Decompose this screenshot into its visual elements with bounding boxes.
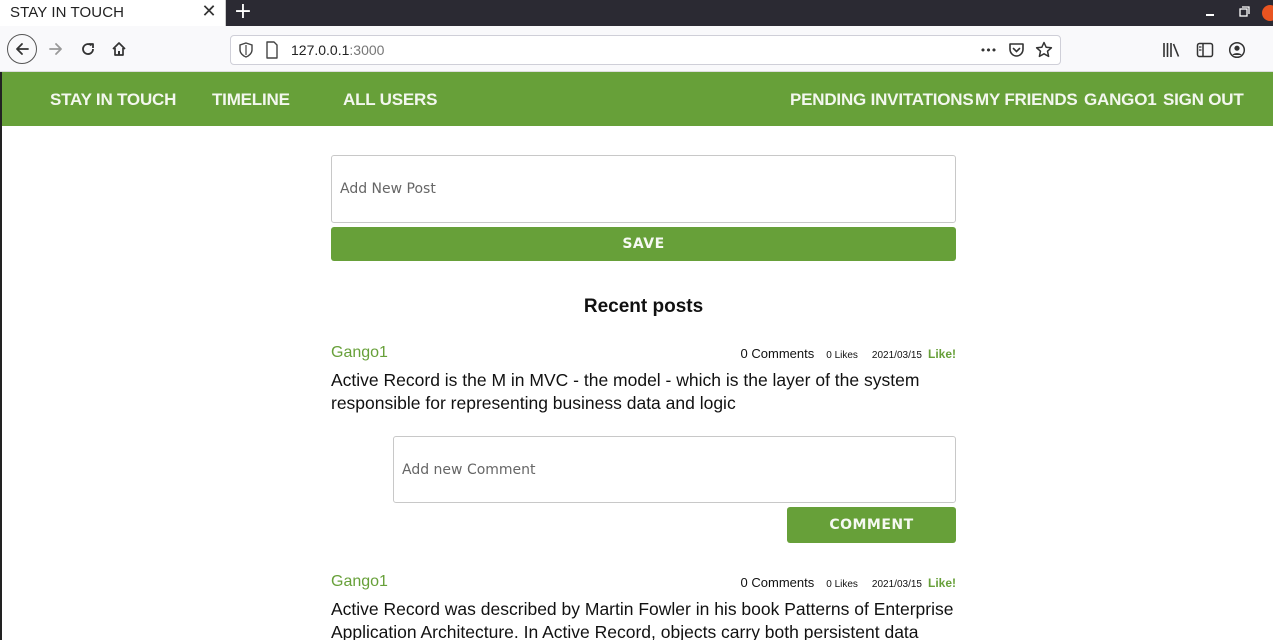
page-icon[interactable] (265, 41, 279, 59)
nav-my-friends-link[interactable]: MY FRIENDS (975, 90, 1078, 110)
back-arrow-icon[interactable] (7, 34, 37, 64)
comment-button[interactable]: COMMENT (787, 507, 956, 543)
new-comment-input[interactable]: Add new Comment (393, 436, 956, 503)
post-date: 2021/03/15 (871, 579, 922, 590)
post-body-line: Active Record is the M in MVC - the mode… (331, 370, 920, 390)
browser-tab[interactable]: STAY IN TOUCH ✕ (0, 0, 226, 26)
nav-sign-out-link[interactable]: SIGN OUT (1163, 90, 1244, 110)
post-body-line: Application Architecture. In Active Reco… (331, 622, 919, 640)
url-text[interactable]: 127.0.0.1:3000 (291, 42, 384, 58)
post-comments-count: 0 Comments (740, 346, 815, 361)
url-host: 127.0.0.1 (291, 42, 350, 58)
tab-title: STAY IN TOUCH (10, 4, 125, 21)
browser-tabstrip: STAY IN TOUCH ✕ + (0, 0, 1273, 26)
tab-close-icon[interactable]: ✕ (200, 2, 218, 22)
nav-all-users-link[interactable]: ALL USERS (343, 90, 437, 110)
nav-pending-invitations-link[interactable]: PENDING INVITATIONS (790, 90, 974, 110)
nav-current-user-link[interactable]: GANGO1 (1084, 90, 1157, 110)
window-restore-icon[interactable] (1235, 3, 1253, 21)
save-button-label: SAVE (622, 236, 665, 252)
post-author-link[interactable]: Gango1 (331, 573, 388, 591)
shield-icon[interactable] (239, 42, 253, 58)
nav-brand-link[interactable]: STAY IN TOUCH (50, 90, 176, 110)
save-post-button[interactable]: SAVE (331, 227, 956, 261)
window-left-border (0, 72, 2, 640)
browser-toolbar: 127.0.0.1:3000 ••• (0, 26, 1273, 72)
post-author-link[interactable]: Gango1 (331, 344, 388, 362)
new-post-placeholder: Add New Post (340, 181, 436, 197)
url-port: :3000 (349, 42, 385, 58)
window-minimize-icon[interactable] (1201, 3, 1219, 21)
page-actions-icon[interactable]: ••• (978, 40, 998, 60)
post-body-line: Active Record was described by Martin Fo… (331, 599, 954, 619)
post-date: 2021/03/15 (871, 350, 922, 361)
post-body: Active Record was described by Martin Fo… (331, 598, 961, 640)
url-bar[interactable]: 127.0.0.1:3000 ••• (230, 35, 1061, 65)
site-navbar: STAY IN TOUCH TIMELINE ALL USERS PENDING… (2, 72, 1273, 126)
comment-button-label: COMMENT (829, 517, 914, 533)
new-post-input[interactable]: Add New Post (331, 155, 956, 223)
recent-posts-heading: Recent posts (583, 296, 704, 317)
post-likes-count: 0 Likes (826, 579, 858, 590)
library-icon[interactable] (1162, 40, 1182, 60)
account-icon[interactable] (1227, 40, 1247, 60)
like-link[interactable]: Like! (928, 347, 956, 361)
bookmark-star-icon[interactable] (1034, 40, 1054, 60)
reload-icon[interactable] (74, 35, 102, 63)
new-tab-icon[interactable]: + (233, 0, 253, 24)
like-link[interactable]: Like! (928, 576, 956, 590)
nav-timeline-link[interactable]: TIMELINE (212, 90, 290, 110)
post-comments-count: 0 Comments (740, 575, 815, 590)
pocket-icon[interactable] (1006, 40, 1026, 60)
home-icon[interactable] (105, 35, 133, 63)
post-body-line: responsible for representing business da… (331, 393, 736, 413)
forward-arrow-icon[interactable] (42, 35, 70, 63)
post-meta: 0 Comments 0 Likes 2021/03/15 Like! (741, 575, 956, 590)
post-likes-count: 0 Likes (826, 350, 858, 361)
post-body: Active Record is the M in MVC - the mode… (331, 369, 961, 415)
new-comment-placeholder: Add new Comment (402, 462, 536, 478)
sidebar-icon[interactable] (1195, 40, 1215, 60)
post-meta: 0 Comments 0 Likes 2021/03/15 Like! (741, 346, 956, 361)
window-close-icon[interactable] (1262, 5, 1273, 21)
